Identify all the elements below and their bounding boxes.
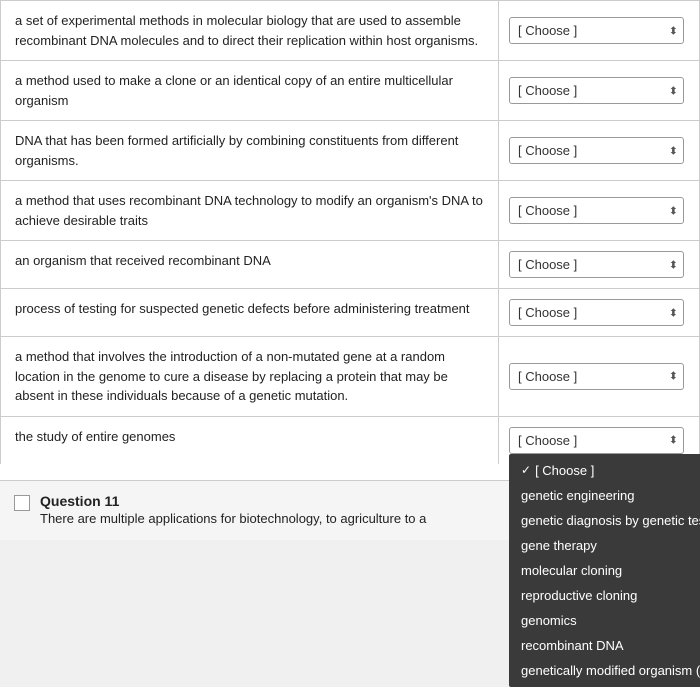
choose-select-2[interactable]: [ Choose ] genetic engineering genetic d… bbox=[509, 77, 684, 104]
dropdown-item-genetic-diagnosis[interactable]: genetic diagnosis by genetic testing bbox=[509, 508, 700, 533]
choose-select-8[interactable]: [ Choose ] genetic engineering genetic d… bbox=[509, 427, 684, 454]
select-wrapper-4: [ Choose ] genetic engineering genetic d… bbox=[509, 197, 684, 224]
table-row: the study of entire genomes [ Choose ] g… bbox=[1, 417, 699, 464]
dropdown-item-genetic-engineering[interactable]: genetic engineering bbox=[509, 483, 700, 508]
select-wrapper-1: [ Choose ] genetic engineering genetic d… bbox=[509, 17, 684, 44]
table-row: an organism that received recombinant DN… bbox=[1, 241, 699, 289]
select-cell-3: [ Choose ] genetic engineering genetic d… bbox=[499, 121, 699, 180]
select-cell-1: [ Choose ] genetic engineering genetic d… bbox=[499, 1, 699, 60]
question-text-2: a method used to make a clone or an iden… bbox=[1, 61, 499, 120]
main-container: a set of experimental methods in molecul… bbox=[0, 0, 700, 540]
select-cell-5: [ Choose ] genetic engineering genetic d… bbox=[499, 241, 699, 288]
question-text-4: a method that uses recombinant DNA techn… bbox=[1, 181, 499, 240]
choose-select-3[interactable]: [ Choose ] genetic engineering genetic d… bbox=[509, 137, 684, 164]
select-wrapper-5: [ Choose ] genetic engineering genetic d… bbox=[509, 251, 684, 278]
dropdown-item-recombinant-dna[interactable]: recombinant DNA bbox=[509, 633, 700, 658]
dropdown-item-reproductive-cloning[interactable]: reproductive cloning bbox=[509, 583, 700, 608]
question-text-7: a method that involves the introduction … bbox=[1, 337, 499, 416]
dropdown-item-gmo[interactable]: genetically modified organism (GMO) bbox=[509, 658, 700, 683]
question-11-checkbox[interactable] bbox=[14, 495, 30, 511]
select-cell-6: [ Choose ] genetic engineering genetic d… bbox=[499, 289, 699, 336]
question-text-5: an organism that received recombinant DN… bbox=[1, 241, 499, 288]
matching-table: a set of experimental methods in molecul… bbox=[0, 0, 700, 464]
select-cell-7: [ Choose ] genetic engineering genetic d… bbox=[499, 337, 699, 416]
table-row: a method used to make a clone or an iden… bbox=[1, 61, 699, 121]
choose-select-7[interactable]: [ Choose ] genetic engineering genetic d… bbox=[509, 363, 684, 390]
question-text-1: a set of experimental methods in molecul… bbox=[1, 1, 499, 60]
choose-select-5[interactable]: [ Choose ] genetic engineering genetic d… bbox=[509, 251, 684, 278]
dropdown-item-genomics[interactable]: genomics bbox=[509, 608, 700, 633]
select-cell-4: [ Choose ] genetic engineering genetic d… bbox=[499, 181, 699, 240]
table-row: process of testing for suspected genetic… bbox=[1, 289, 699, 337]
select-wrapper-7: [ Choose ] genetic engineering genetic d… bbox=[509, 363, 684, 390]
table-row: DNA that has been formed artificially by… bbox=[1, 121, 699, 181]
table-row: a set of experimental methods in molecul… bbox=[1, 1, 699, 61]
dropdown-menu-8: [ Choose ] genetic engineering genetic d… bbox=[509, 454, 700, 687]
select-wrapper-2: [ Choose ] genetic engineering genetic d… bbox=[509, 77, 684, 104]
choose-select-1[interactable]: [ Choose ] genetic engineering genetic d… bbox=[509, 17, 684, 44]
select-wrapper-6: [ Choose ] genetic engineering genetic d… bbox=[509, 299, 684, 326]
choose-select-4[interactable]: [ Choose ] genetic engineering genetic d… bbox=[509, 197, 684, 224]
choose-select-6[interactable]: [ Choose ] genetic engineering genetic d… bbox=[509, 299, 684, 326]
dropdown-item-molecular-cloning[interactable]: molecular cloning bbox=[509, 558, 700, 583]
select-wrapper-8: [ Choose ] genetic engineering genetic d… bbox=[509, 427, 684, 454]
dropdown-item-choose[interactable]: [ Choose ] bbox=[509, 458, 700, 483]
question-text-6: process of testing for suspected genetic… bbox=[1, 289, 499, 336]
question-text-8: the study of entire genomes bbox=[1, 417, 499, 464]
question-text-3: DNA that has been formed artificially by… bbox=[1, 121, 499, 180]
dropdown-item-gene-therapy[interactable]: gene therapy bbox=[509, 533, 700, 558]
select-wrapper-3: [ Choose ] genetic engineering genetic d… bbox=[509, 137, 684, 164]
table-row: a method that involves the introduction … bbox=[1, 337, 699, 417]
select-cell-8: [ Choose ] genetic engineering genetic d… bbox=[499, 417, 699, 464]
select-cell-2: [ Choose ] genetic engineering genetic d… bbox=[499, 61, 699, 120]
table-row: a method that uses recombinant DNA techn… bbox=[1, 181, 699, 241]
